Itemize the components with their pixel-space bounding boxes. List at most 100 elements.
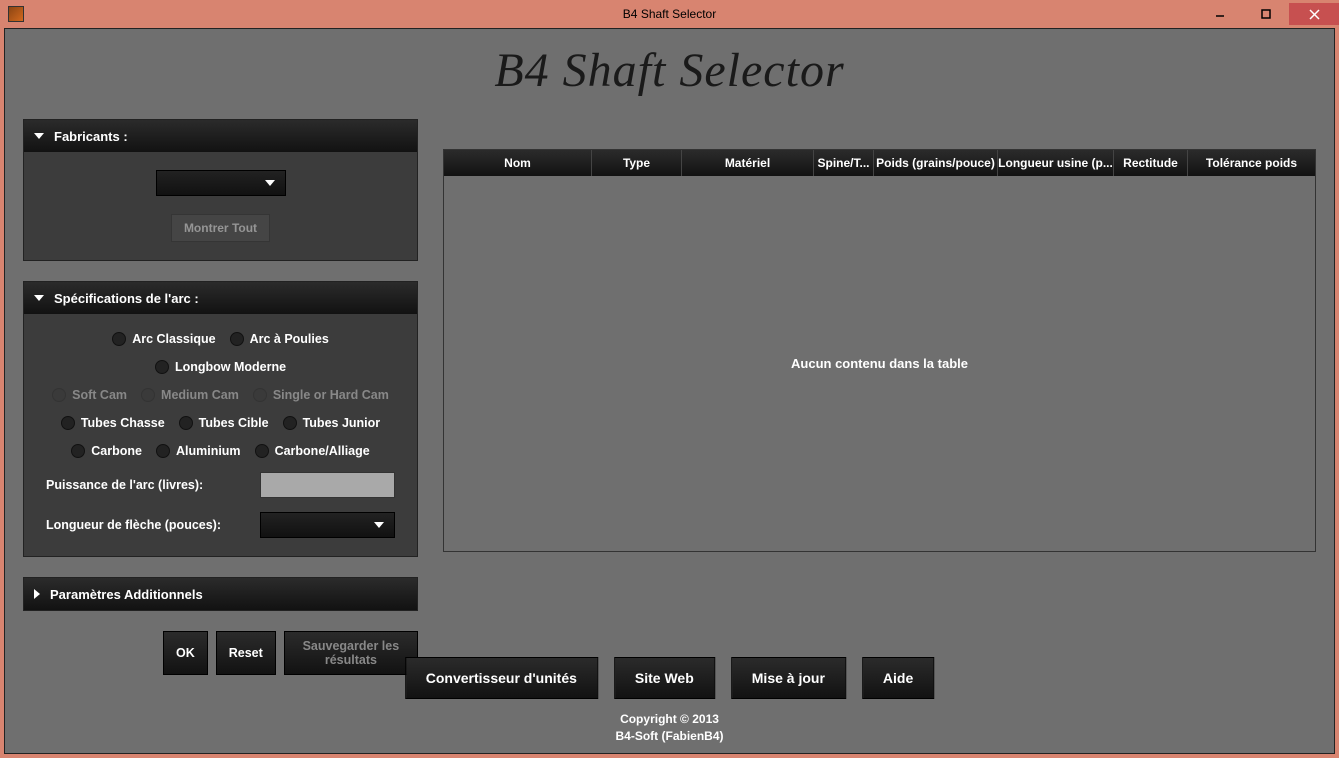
bottom-button-row: Convertisseur d'unités Site Web Mise à j… [405,657,935,699]
panel-bowspecs-title: Spécifications de l'arc : [54,291,199,306]
radio-icon [71,444,85,458]
radio-label: Soft Cam [72,388,127,402]
radio-option[interactable]: Carbone/Alliage [255,444,370,458]
radio-label: Single or Hard Cam [273,388,389,402]
table-header-cell[interactable]: Type [592,150,682,176]
radio-label: Tubes Cible [199,416,269,430]
radio-icon [156,444,170,458]
chevron-down-icon [374,522,384,528]
content: Fabricants : Montrer Tout Spécifications… [23,119,1316,753]
copyright-line1: Copyright © 2013 [616,711,724,728]
chevron-down-icon [265,180,275,186]
radio-icon [230,332,244,346]
radio-option[interactable]: Tubes Cible [179,416,269,430]
table-header-cell[interactable]: Matériel [682,150,814,176]
tube-type-row: Tubes Chasse Tubes Cible Tubes Junior [46,416,395,430]
copyright-line2: B4-Soft (FabienB4) [616,728,724,745]
radio-label: Tubes Junior [303,416,381,430]
cam-type-row: Soft Cam Medium Cam Single or Hard Cam [46,388,395,402]
close-button[interactable] [1289,3,1339,25]
radio-icon [155,360,169,374]
bow-power-input[interactable] [260,472,395,498]
radio-option: Single or Hard Cam [253,388,389,402]
table-empty-message: Aucun contenu dans la table [791,356,968,371]
panel-bowspecs-body: Arc Classique Arc à Poulies Longbow Modern… [24,314,417,556]
panel-manufacturers-title: Fabricants : [54,129,128,144]
radio-option[interactable]: Arc à Poulies [230,332,329,346]
table-header-cell[interactable]: Poids (grains/pouce) [874,150,998,176]
table-header-cell[interactable]: Tolérance poids [1188,150,1315,176]
chevron-down-icon [34,295,44,301]
minimize-icon [1215,9,1225,19]
arrow-length-row: Longueur de flèche (pouces): [46,512,395,538]
bow-power-row: Puissance de l'arc (livres): [46,472,395,498]
unit-converter-button[interactable]: Convertisseur d'unités [405,657,598,699]
save-results-button[interactable]: Sauvegarder les résultats [284,631,418,675]
chevron-down-icon [34,133,44,139]
app-icon [8,6,24,22]
radio-icon [52,388,66,402]
radio-icon [61,416,75,430]
radio-option: Medium Cam [141,388,239,402]
radio-option[interactable]: Aluminium [156,444,241,458]
panel-manufacturers-header[interactable]: Fabricants : [24,120,417,152]
arrow-length-dropdown[interactable] [260,512,395,538]
bow-type-row: Arc Classique Arc à Poulies Longbow Modern… [46,332,395,374]
radio-icon [255,444,269,458]
bow-power-label: Puissance de l'arc (livres): [46,478,203,492]
manufacturer-dropdown[interactable] [156,170,286,196]
radio-label: Aluminium [176,444,241,458]
ok-button[interactable]: OK [163,631,208,675]
material-row: Carbone Aluminium Carbone/Alliage [46,444,395,458]
radio-icon [179,416,193,430]
panel-bowspecs-header[interactable]: Spécifications de l'arc : [24,282,417,314]
radio-icon [141,388,155,402]
table-body: Aucun contenu dans la table [444,176,1315,551]
chevron-right-icon [34,589,40,599]
radio-icon [253,388,267,402]
minimize-button[interactable] [1197,3,1243,25]
table-header-row: NomTypeMatérielSpine/T...Poids (grains/p… [444,150,1315,176]
panel-manufacturers-body: Montrer Tout [24,152,417,260]
radio-label: Longbow Moderne [175,360,286,374]
radio-label: Carbone/Alliage [275,444,370,458]
radio-label: Carbone [91,444,142,458]
app-frame: B4 Shaft Selector Fabricants : Montrer T… [4,28,1335,754]
table-header-cell[interactable]: Longueur usine (p... [998,150,1114,176]
left-column: Fabricants : Montrer Tout Spécifications… [23,119,418,675]
table-header-cell[interactable]: Spine/T... [814,150,874,176]
maximize-button[interactable] [1243,3,1289,25]
maximize-icon [1261,9,1271,19]
reset-button[interactable]: Reset [216,631,276,675]
panel-manufacturers: Fabricants : Montrer Tout [23,119,418,261]
arrow-length-label: Longueur de flèche (pouces): [46,518,221,532]
radio-icon [112,332,126,346]
radio-option[interactable]: Tubes Chasse [61,416,165,430]
radio-label: Medium Cam [161,388,239,402]
panel-additional: Paramètres Additionnels [23,577,418,611]
radio-option[interactable]: Tubes Junior [283,416,381,430]
radio-option: Soft Cam [52,388,127,402]
help-button[interactable]: Aide [862,657,934,699]
window-controls [1197,3,1339,25]
table-header-cell[interactable]: Nom [444,150,592,176]
action-row: OK Reset Sauvegarder les résultats [163,631,418,675]
radio-option[interactable]: Longbow Moderne [155,360,286,374]
window-title: B4 Shaft Selector [623,7,716,21]
update-button[interactable]: Mise à jour [731,657,846,699]
titlebar: B4 Shaft Selector [0,0,1339,28]
copyright: Copyright © 2013 B4-Soft (FabienB4) [616,711,724,745]
show-all-button[interactable]: Montrer Tout [171,214,270,242]
table-header-cell[interactable]: Rectitude [1114,150,1188,176]
app-logo: B4 Shaft Selector [5,29,1334,102]
panel-additional-title: Paramètres Additionnels [50,587,203,602]
radio-label: Tubes Chasse [81,416,165,430]
results-table: NomTypeMatérielSpine/T...Poids (grains/p… [443,149,1316,552]
radio-icon [283,416,297,430]
close-icon [1309,9,1320,20]
panel-additional-header[interactable]: Paramètres Additionnels [24,578,417,610]
website-button[interactable]: Site Web [614,657,715,699]
radio-option[interactable]: Carbone [71,444,142,458]
radio-label: Arc Classique [132,332,215,346]
radio-option[interactable]: Arc Classique [112,332,215,346]
